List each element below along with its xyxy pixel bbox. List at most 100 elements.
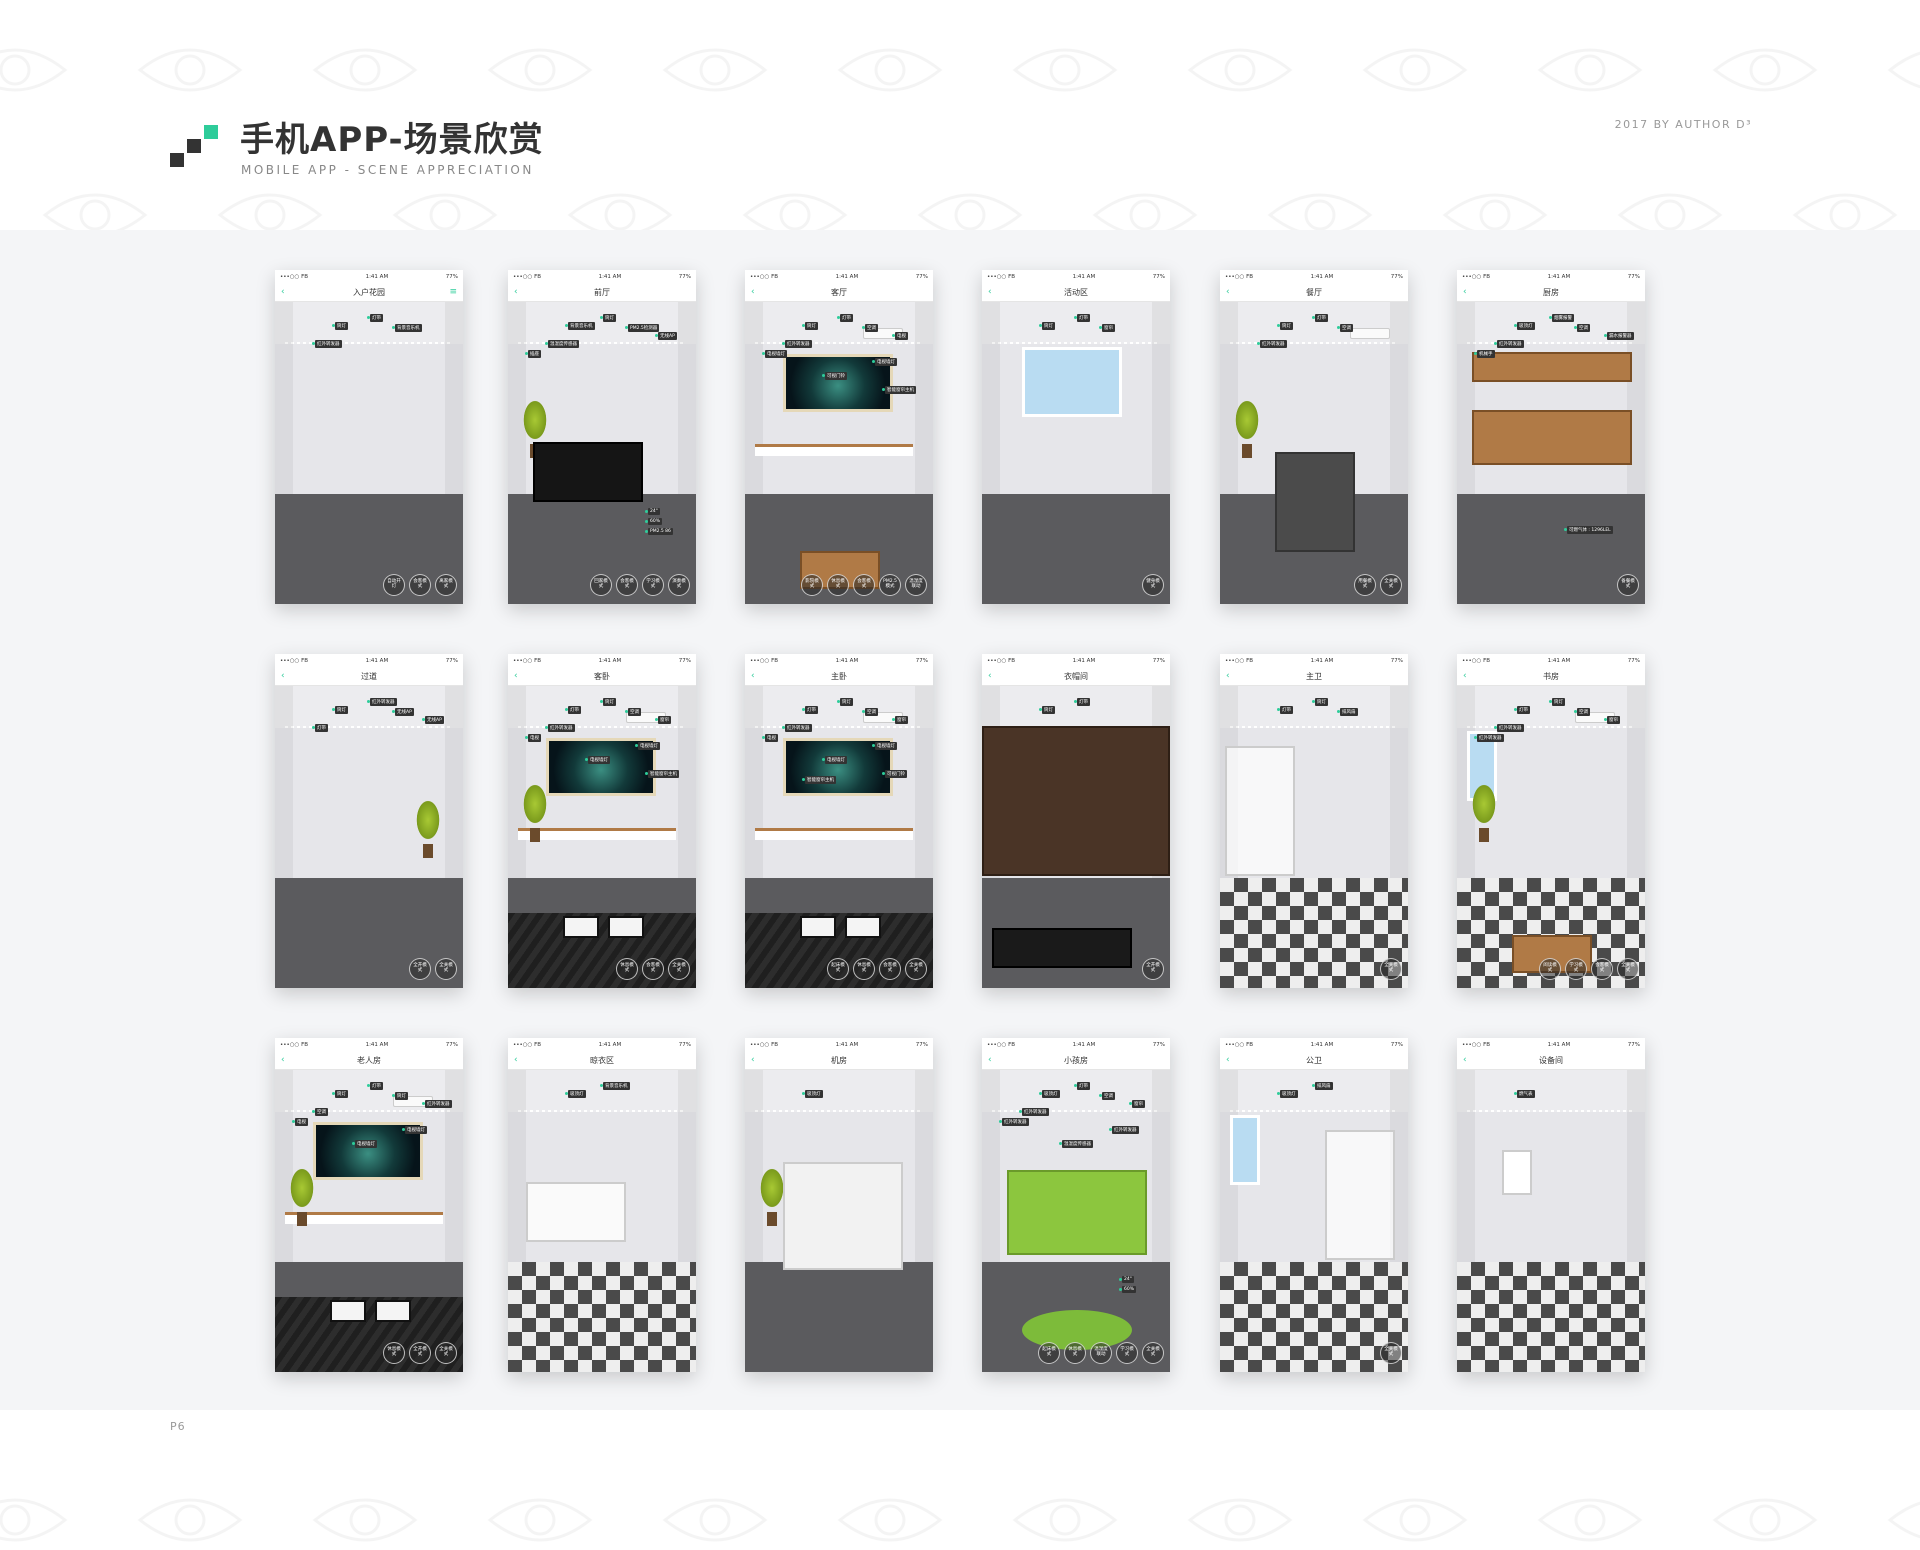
device-tag[interactable]: 红外转发器 bbox=[1019, 1108, 1049, 1116]
device-tag[interactable]: 红外转发器 bbox=[999, 1118, 1029, 1126]
scene-mode-button[interactable]: 会客模式 bbox=[879, 958, 901, 980]
scene-mode-button[interactable]: 会客模式 bbox=[853, 574, 875, 596]
scene-mode-button[interactable]: 休息模式 bbox=[1064, 1342, 1086, 1364]
scene-mode-button[interactable]: PM2.5模式 bbox=[879, 574, 901, 596]
device-tag[interactable]: 温湿度传感器 bbox=[545, 340, 579, 348]
device-tag[interactable]: 灯带 bbox=[1074, 314, 1090, 322]
device-tag[interactable]: 漏水报警器 bbox=[1604, 332, 1634, 340]
scene-mode-button[interactable]: 休息模式 bbox=[853, 958, 875, 980]
device-tag[interactable]: 筒灯 bbox=[332, 1090, 348, 1098]
scene-mode-button[interactable]: 全关模式 bbox=[905, 958, 927, 980]
device-tag[interactable]: 筒灯 bbox=[332, 322, 348, 330]
device-tag[interactable]: 吸顶灯 bbox=[1039, 1090, 1060, 1098]
device-tag[interactable]: 筒灯 bbox=[600, 698, 616, 706]
scene-mode-button[interactable]: 用餐模式 bbox=[1354, 574, 1376, 596]
device-tag[interactable]: 红外转发器 bbox=[1494, 724, 1524, 732]
device-tag[interactable]: 背景音乐机 bbox=[600, 1082, 630, 1090]
back-chevron-icon[interactable]: ‹ bbox=[514, 1055, 518, 1065]
scene-mode-button[interactable]: 全关模式 bbox=[435, 1342, 457, 1364]
scene-mode-button[interactable]: 学习模式 bbox=[1116, 1342, 1138, 1364]
device-tag[interactable]: 排风扇 bbox=[1312, 1082, 1333, 1090]
device-tag[interactable]: 空调 bbox=[1574, 708, 1590, 716]
device-tag[interactable]: 筒灯 bbox=[1039, 706, 1055, 714]
scene-mode-button[interactable]: 温湿度联动 bbox=[1090, 1342, 1112, 1364]
device-tag[interactable]: 空调 bbox=[1099, 1092, 1115, 1100]
scene-mode-button[interactable]: 休息模式 bbox=[827, 574, 849, 596]
device-tag[interactable]: 电视墙灯 bbox=[822, 756, 847, 764]
back-chevron-icon[interactable]: ‹ bbox=[281, 287, 285, 297]
scene-mode-button[interactable]: 回家模式 bbox=[590, 574, 612, 596]
back-chevron-icon[interactable]: ‹ bbox=[751, 287, 755, 297]
device-tag[interactable]: 电视墙灯 bbox=[635, 742, 660, 750]
device-tag[interactable]: 电视墙灯 bbox=[585, 756, 610, 764]
scene-mode-button[interactable]: 会客模式 bbox=[642, 958, 664, 980]
device-tag[interactable]: 红外转发器 bbox=[545, 724, 575, 732]
scene-mode-button[interactable]: 全关模式 bbox=[1142, 1342, 1164, 1364]
device-tag[interactable]: 窗帘 bbox=[892, 716, 908, 724]
device-tag[interactable]: 空调 bbox=[862, 324, 878, 332]
scene-mode-button[interactable]: 全关模式 bbox=[1380, 574, 1402, 596]
device-tag[interactable]: 空调 bbox=[1574, 324, 1590, 332]
device-tag[interactable]: 红外转发器 bbox=[1494, 340, 1524, 348]
device-tag[interactable]: 排风扇 bbox=[1337, 708, 1358, 716]
device-tag[interactable]: 机械手 bbox=[1474, 350, 1495, 358]
device-tag[interactable]: PM2.5检测器 bbox=[624, 324, 660, 332]
scene-mode-button[interactable]: 全开模式 bbox=[1142, 958, 1164, 980]
back-chevron-icon[interactable]: ‹ bbox=[1226, 1055, 1230, 1065]
device-tag[interactable]: 空调 bbox=[312, 1108, 328, 1116]
scene-mode-button[interactable]: 自动开灯 bbox=[383, 574, 405, 596]
device-tag[interactable]: 红外转发器 bbox=[782, 724, 812, 732]
device-tag[interactable]: 灯带 bbox=[1074, 698, 1090, 706]
device-tag[interactable]: 灯带 bbox=[837, 314, 853, 322]
device-tag[interactable]: 筒灯 bbox=[802, 322, 818, 330]
scene-mode-button[interactable]: 休息模式 bbox=[383, 1342, 405, 1364]
scene-mode-button[interactable]: 全关模式 bbox=[1617, 958, 1639, 980]
device-tag[interactable]: 无线AP bbox=[422, 716, 444, 724]
device-tag[interactable]: 灯带 bbox=[1312, 314, 1328, 322]
device-tag[interactable]: 电视墙灯 bbox=[352, 1140, 377, 1148]
device-tag[interactable]: 红外转发器 bbox=[782, 340, 812, 348]
device-tag[interactable]: 背景音乐机 bbox=[565, 322, 595, 330]
device-tag[interactable]: 电视 bbox=[892, 332, 908, 340]
device-tag[interactable]: 筒灯 bbox=[600, 314, 616, 322]
device-tag[interactable]: 红外转发器 bbox=[1109, 1126, 1139, 1134]
back-chevron-icon[interactable]: ‹ bbox=[281, 1055, 285, 1065]
device-tag[interactable]: 背景音乐机 bbox=[392, 324, 422, 332]
device-tag[interactable]: 筒灯 bbox=[1312, 698, 1328, 706]
device-tag[interactable]: 电视 bbox=[292, 1118, 308, 1126]
device-tag[interactable]: 红外转发器 bbox=[1257, 340, 1287, 348]
device-tag[interactable]: 灯带 bbox=[1277, 706, 1293, 714]
back-chevron-icon[interactable]: ‹ bbox=[514, 671, 518, 681]
device-tag[interactable]: 吸顶灯 bbox=[1277, 1090, 1298, 1098]
device-tag[interactable]: 插座 bbox=[525, 350, 541, 358]
scene-mode-button[interactable]: 健身模式 bbox=[1142, 574, 1164, 596]
device-tag[interactable]: 空调 bbox=[862, 708, 878, 716]
scene-mode-button[interactable]: 全关模式 bbox=[668, 958, 690, 980]
device-tag[interactable]: 红外转发器 bbox=[312, 340, 342, 348]
device-tag[interactable]: 电视墙灯 bbox=[402, 1126, 427, 1134]
device-tag[interactable]: 电视墙灯 bbox=[762, 350, 787, 358]
device-tag[interactable]: 无线AP bbox=[392, 708, 414, 716]
scene-mode-button[interactable]: 起床模式 bbox=[1038, 1342, 1060, 1364]
scene-mode-button[interactable]: 演奏模式 bbox=[668, 574, 690, 596]
device-tag[interactable]: 空调 bbox=[1337, 324, 1353, 332]
scene-mode-button[interactable]: 全关模式 bbox=[1380, 958, 1402, 980]
device-tag[interactable]: 燃气表 bbox=[1514, 1090, 1535, 1098]
device-tag[interactable]: 筒灯 bbox=[332, 706, 348, 714]
scene-mode-button[interactable]: 阅读模式 bbox=[1539, 958, 1561, 980]
menu-icon[interactable]: ≡ bbox=[449, 287, 457, 297]
back-chevron-icon[interactable]: ‹ bbox=[281, 671, 285, 681]
back-chevron-icon[interactable]: ‹ bbox=[751, 1055, 755, 1065]
device-tag[interactable]: 无线AP bbox=[655, 332, 677, 340]
device-tag[interactable]: 窗帘 bbox=[1099, 324, 1115, 332]
scene-mode-button[interactable]: 备餐模式 bbox=[1617, 574, 1639, 596]
device-tag[interactable]: 电视墙灯 bbox=[872, 358, 897, 366]
device-tag[interactable]: 温湿度传感器 bbox=[1059, 1140, 1093, 1148]
device-tag[interactable]: 智能窗帘主机 bbox=[802, 776, 836, 784]
device-tag[interactable]: 窗帘 bbox=[655, 716, 671, 724]
scene-mode-button[interactable]: 会客模式 bbox=[1591, 958, 1613, 980]
device-tag[interactable]: 电视 bbox=[525, 734, 541, 742]
back-chevron-icon[interactable]: ‹ bbox=[1226, 671, 1230, 681]
device-tag[interactable]: 筒灯 bbox=[1277, 322, 1293, 330]
back-chevron-icon[interactable]: ‹ bbox=[1226, 287, 1230, 297]
